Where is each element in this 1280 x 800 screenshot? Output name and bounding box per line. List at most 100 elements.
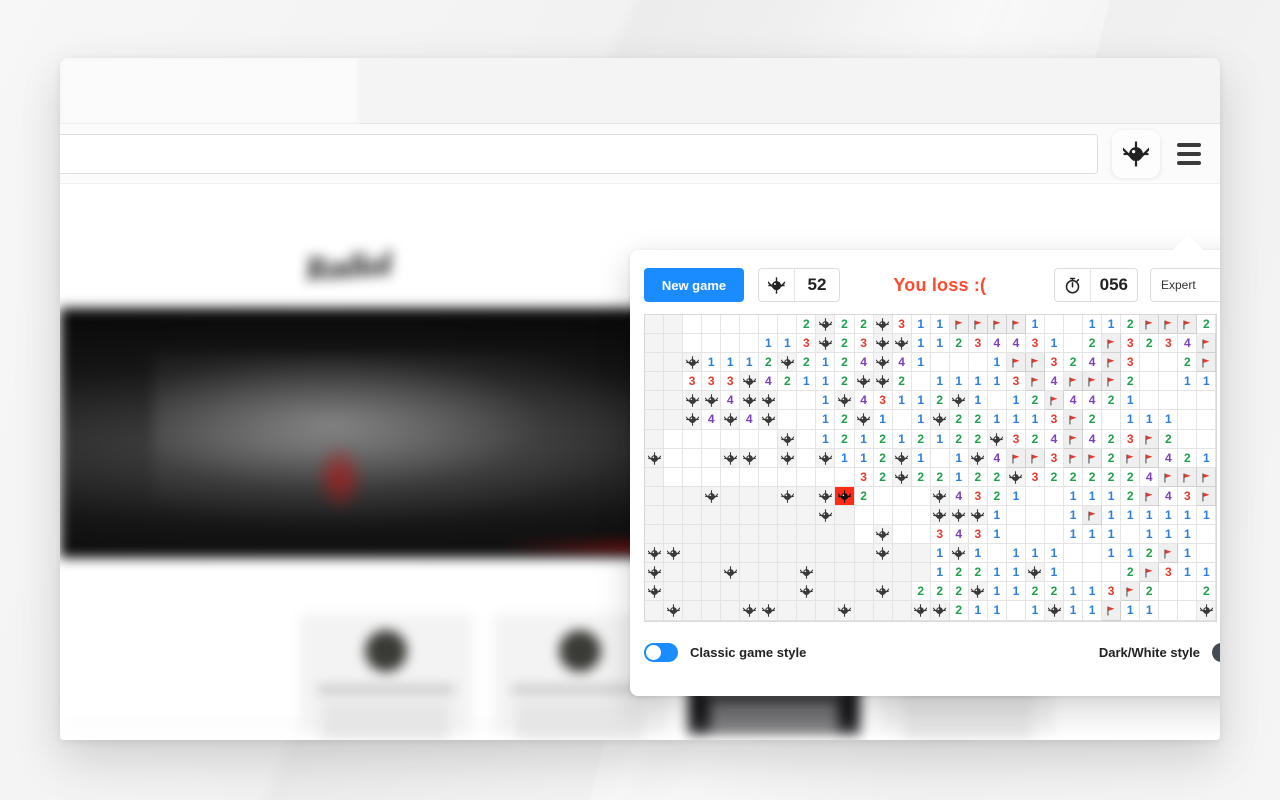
board-cell-number[interactable]: 2 [1083,467,1103,487]
board-cell-number[interactable]: 1 [873,410,893,430]
board-cell-empty[interactable] [1178,391,1198,411]
board-cell-empty[interactable] [1197,525,1217,545]
board-cell-closed[interactable] [778,563,798,583]
board-cell-number[interactable]: 1 [1140,525,1160,545]
board-cell-number[interactable]: 3 [1044,410,1065,430]
board-cell-number[interactable]: 3 [968,334,988,354]
board-cell-flag[interactable] [1064,429,1084,449]
board-cell-closed[interactable] [911,563,931,583]
board-cell-empty[interactable] [911,486,931,506]
board-cell-number[interactable]: 2 [949,563,969,583]
board-cell-number[interactable]: 4 [987,334,1007,354]
board-cell-number[interactable]: 4 [1044,429,1065,449]
board-cell-flag[interactable] [1064,372,1084,392]
board-cell-flag[interactable] [968,315,988,335]
board-cell-number[interactable]: 1 [1006,563,1026,583]
board-cell-number[interactable]: 1 [816,391,836,411]
board-cell-mine[interactable] [873,315,893,335]
board-cell-empty[interactable] [873,486,893,506]
board-cell-number[interactable]: 1 [911,334,931,354]
board-cell-mine[interactable] [873,353,893,373]
board-cell-empty[interactable] [1044,486,1065,506]
board-cell-flag[interactable] [1178,467,1198,487]
board-cell-flag[interactable] [1159,467,1179,487]
board-cell-empty[interactable] [759,315,779,335]
board-cell-mine[interactable] [892,448,912,468]
board-cell-flag[interactable] [1140,448,1160,468]
board-cell-number[interactable]: 2 [987,486,1007,506]
board-cell-number[interactable]: 3 [1159,334,1179,354]
board-cell-closed[interactable] [759,544,779,564]
board-cell-empty[interactable] [1102,410,1122,430]
board-cell-closed[interactable] [683,505,703,526]
board-cell-number[interactable]: 3 [892,315,912,335]
board-cell-number[interactable]: 2 [968,563,988,583]
board-cell-number[interactable]: 1 [1006,410,1026,430]
board-cell-number[interactable]: 1 [1178,544,1198,564]
board-cell-number[interactable]: 1 [1064,525,1084,545]
board-cell-mine[interactable] [702,486,722,506]
board-cell-empty[interactable] [1006,601,1026,621]
board-cell-mine[interactable] [949,544,969,564]
board-cell-empty[interactable] [759,429,779,449]
board-cell-closed[interactable] [721,582,741,602]
board-cell-number[interactable]: 2 [1140,334,1160,354]
board-cell-number[interactable]: 2 [1064,467,1084,487]
board-cell-number[interactable]: 2 [854,315,874,335]
board-cell-number[interactable]: 4 [1140,467,1160,487]
board-cell-number[interactable]: 2 [1121,563,1141,583]
board-cell-closed[interactable] [740,582,760,602]
board-cell-flag[interactable] [1064,410,1084,430]
board-cell-closed[interactable] [645,486,665,506]
board-cell-mine[interactable] [816,334,836,354]
board-cell-closed[interactable] [702,525,722,545]
board-cell-empty[interactable] [1044,315,1065,335]
board-cell-number[interactable]: 2 [759,353,779,373]
board-cell-mine[interactable] [664,601,684,621]
board-cell-number[interactable]: 3 [1121,353,1141,373]
board-cell-number[interactable]: 2 [873,429,893,449]
board-cell-number[interactable]: 1 [1083,315,1103,335]
difficulty-select[interactable]: Expert ▼ [1150,268,1220,302]
board-cell-empty[interactable] [721,467,741,487]
board-cell-empty[interactable] [911,525,931,545]
board-cell-closed[interactable] [740,505,760,526]
board-cell-empty[interactable] [1064,334,1084,354]
board-cell-closed[interactable] [721,544,741,564]
board-cell-number[interactable]: 1 [1064,505,1084,526]
board-cell-number[interactable]: 4 [854,353,874,373]
board-cell-number[interactable]: 2 [1159,429,1179,449]
board-cell-mine[interactable] [873,334,893,354]
board-cell-closed[interactable] [854,601,874,621]
board-cell-flag[interactable] [1159,315,1179,335]
board-cell-number[interactable]: 2 [1044,467,1065,487]
board-cell-empty[interactable] [778,410,798,430]
board-cell-number[interactable]: 1 [949,372,969,392]
board-cell-number[interactable]: 1 [1044,544,1065,564]
board-cell-closed[interactable] [683,582,703,602]
board-cell-mine[interactable] [778,429,798,449]
board-cell-empty[interactable] [816,467,836,487]
board-cell-number[interactable]: 1 [987,353,1007,373]
board-cell-number[interactable]: 1 [1083,601,1103,621]
board-cell-number[interactable]: 2 [873,467,893,487]
board-cell-number[interactable]: 1 [816,410,836,430]
board-cell-number[interactable]: 4 [1006,334,1026,354]
board-cell-closed[interactable] [645,601,665,621]
board-cell-number[interactable]: 3 [683,372,703,392]
board-cell-empty[interactable] [1083,563,1103,583]
board-cell-number[interactable]: 1 [1140,505,1160,526]
board-cell-empty[interactable] [930,448,950,468]
board-cell-closed[interactable] [645,525,665,545]
board-cell-mine[interactable] [645,448,665,468]
board-cell-mine[interactable] [930,410,950,430]
board-cell-number[interactable]: 1 [1178,505,1198,526]
board-cell-number[interactable]: 3 [797,334,817,354]
board-cell-flag[interactable] [1102,353,1122,373]
board-cell-number[interactable]: 1 [1121,601,1141,621]
board-cell-empty[interactable] [683,448,703,468]
board-cell-closed[interactable] [683,601,703,621]
board-cell-mine[interactable] [930,505,950,526]
board-cell-closed[interactable] [664,315,684,335]
board-cell-empty[interactable] [797,391,817,411]
